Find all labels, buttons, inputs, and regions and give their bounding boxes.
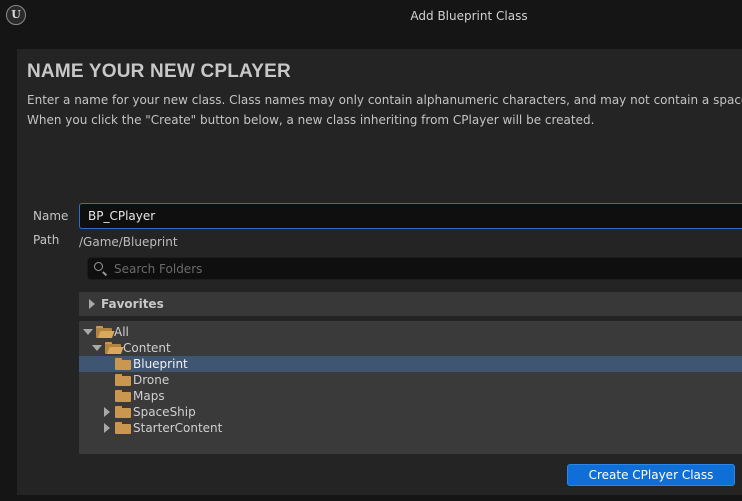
path-label: Path: [33, 233, 60, 247]
folder-open-icon: [105, 342, 124, 354]
favorites-header[interactable]: Favorites: [79, 292, 742, 316]
folder-icon: [115, 374, 131, 386]
folder-tree: All Content Blueprint Drone Maps SpaceSh…: [79, 321, 742, 454]
tree-item-label: Drone: [133, 373, 170, 387]
tree-item-label: All: [114, 325, 129, 339]
path-value: /Game/Blueprint: [79, 235, 178, 249]
collapse-arrow-icon[interactable]: [92, 345, 102, 351]
favorites-label: Favorites: [101, 297, 164, 311]
tree-item-label: Maps: [133, 389, 165, 403]
tree-item-content[interactable]: Content: [79, 340, 742, 356]
tree-item-blueprint[interactable]: Blueprint: [79, 356, 742, 372]
tree-item-drone[interactable]: Drone: [79, 372, 742, 388]
create-class-button[interactable]: Create CPlayer Class: [567, 464, 735, 486]
expand-arrow-icon[interactable]: [104, 407, 110, 417]
folder-open-icon: [96, 326, 115, 338]
folder-icon: [115, 358, 131, 370]
description-line-1: Enter a name for your new class. Class n…: [27, 93, 742, 107]
tree-item-label: Content: [123, 341, 171, 355]
name-label: Name: [33, 209, 69, 223]
window-title: Add Blueprint Class: [410, 9, 528, 23]
dialog-heading: NAME YOUR NEW CPLAYER: [27, 61, 291, 82]
folder-search-box[interactable]: [87, 257, 742, 280]
tree-item-spaceship[interactable]: SpaceShip: [79, 404, 742, 420]
tree-item-label: SpaceShip: [133, 405, 196, 419]
description-line-2: When you click the "Create" button below…: [27, 113, 595, 127]
search-icon: [94, 262, 103, 271]
class-name-input[interactable]: [79, 203, 742, 229]
folder-icon: [115, 390, 131, 402]
folder-icon: [115, 406, 131, 418]
expand-arrow-icon[interactable]: [89, 299, 95, 309]
tree-item-all[interactable]: All: [79, 324, 742, 340]
tree-item-label: Blueprint: [133, 357, 188, 371]
title-bar: U Add Blueprint Class: [0, 0, 742, 36]
tree-item-label: StarterContent: [133, 421, 223, 435]
collapse-arrow-icon[interactable]: [83, 329, 93, 335]
folder-icon: [115, 422, 131, 434]
expand-arrow-icon[interactable]: [104, 423, 110, 433]
tree-item-maps[interactable]: Maps: [79, 388, 742, 404]
folder-search-input[interactable]: [114, 258, 714, 279]
tree-item-startercontent[interactable]: StarterContent: [79, 420, 742, 436]
